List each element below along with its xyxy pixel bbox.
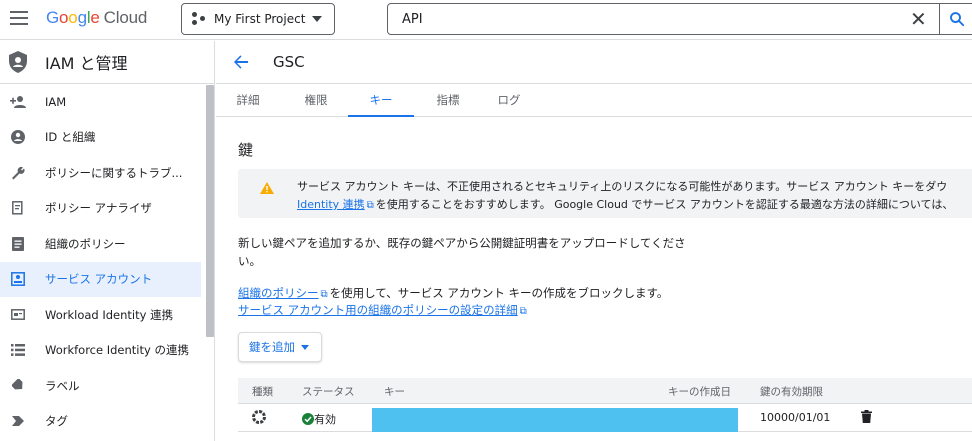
col-expires: 鍵の有効期限 xyxy=(760,386,823,398)
policy-detail: サービス アカウント用の組織のポリシーの設定の詳細 ⧉ xyxy=(238,301,529,321)
col-type: 種類 xyxy=(252,386,273,398)
chevron-down-icon xyxy=(312,16,322,22)
page-header: GSC xyxy=(216,41,972,84)
sidebar-item-org-policy[interactable]: 組織のポリシー xyxy=(0,226,201,262)
external-link-icon: ⧉ xyxy=(366,200,374,211)
label-icon xyxy=(8,379,28,392)
sidebar-title: IAM と管理 xyxy=(45,54,128,73)
warning-text-line1: サービス アカウント キーは、不正使用されるとセキュリティ上のリスクになる可能性… xyxy=(297,180,948,193)
sidebar-scrollbar[interactable] xyxy=(206,85,214,337)
back-arrow-icon[interactable] xyxy=(233,54,249,70)
list-icon xyxy=(8,344,28,357)
top-bar: GoogleCloud My First Project ✕ xyxy=(0,0,972,40)
list-document-icon xyxy=(8,236,28,251)
project-icon xyxy=(192,12,206,26)
account-circle-icon xyxy=(8,130,28,145)
expiry-cell: 10000/01/01 xyxy=(760,411,831,424)
col-key: キー xyxy=(384,386,405,398)
sidebar-item-label: タグ xyxy=(45,414,68,429)
search-icon xyxy=(950,12,965,27)
org-policy-link[interactable]: 組織のポリシー xyxy=(238,286,319,300)
delete-icon[interactable] xyxy=(861,410,872,426)
wrench-icon xyxy=(8,166,28,180)
tab-bar: 詳細 権限 キー 指標 ログ xyxy=(216,84,972,117)
warning-banner: サービス アカウント キーは、不正使用されるとセキュリティ上のリスクになる可能性… xyxy=(238,169,972,218)
add-key-button[interactable]: 鍵を追加 xyxy=(238,332,322,362)
sidebar-item-label: サービス アカウント xyxy=(45,272,153,287)
sidebar: IAM と管理 IAM ID と組織 ポリシーに関するトラブ... ポリシー ア… xyxy=(0,41,215,441)
tab-logs[interactable]: ログ xyxy=(484,84,534,117)
sidebar-item-policy-analyzer[interactable]: ポリシー アナライザ xyxy=(0,191,201,227)
keys-table: 種類 ステータス キー キーの作成日 鍵の有効期限 有効 10000/01/01 xyxy=(238,378,972,432)
sidebar-item-iam[interactable]: IAM xyxy=(0,84,201,120)
table-row: 有効 10000/01/01 xyxy=(238,404,972,432)
warning-icon xyxy=(260,182,274,194)
sidebar-item-policy-troubleshooter[interactable]: ポリシーに関するトラブ... xyxy=(0,155,201,191)
gear-icon xyxy=(252,410,266,427)
person-add-icon xyxy=(8,95,28,109)
shield-icon xyxy=(9,51,27,73)
sidebar-item-workforce-identity[interactable]: Workforce Identity の連携 xyxy=(0,333,201,369)
tab-permissions[interactable]: 権限 xyxy=(290,84,342,117)
section-title: 鍵 xyxy=(238,141,254,159)
sidebar-item-label: ポリシーに関するトラブ... xyxy=(45,165,183,180)
sidebar-item-label: Workload Identity 連携 xyxy=(45,307,174,322)
tag-icon xyxy=(8,416,28,427)
sidebar-item-label: ポリシー アナライザ xyxy=(45,201,152,216)
project-selector[interactable]: My First Project xyxy=(181,3,335,35)
search-bar: ✕ xyxy=(387,3,972,35)
check-circle-icon xyxy=(302,413,314,425)
sidebar-item-workload-identity[interactable]: Workload Identity 連携 xyxy=(0,297,201,333)
sidebar-item-labels[interactable]: ラベル xyxy=(0,368,201,404)
main-menu-icon[interactable] xyxy=(10,11,28,27)
identity-federation-link[interactable]: Identity 連携 xyxy=(297,198,365,211)
sidebar-item-label: ラベル xyxy=(45,378,80,393)
tab-keys[interactable]: キー xyxy=(348,84,414,117)
project-name: My First Project xyxy=(214,12,306,26)
sidebar-item-label: Workforce Identity の連携 xyxy=(45,343,189,358)
col-created: キーの作成日 xyxy=(668,386,731,398)
tab-metrics[interactable]: 指標 xyxy=(420,84,476,117)
sidebar-item-label: 組織のポリシー xyxy=(45,236,126,251)
table-header: 種類 ステータス キー キーの作成日 鍵の有効期限 xyxy=(238,378,972,404)
status-text: 有効 xyxy=(314,413,336,426)
warning-text-line2: Identity 連携 ⧉ を使用することをおすすめします。 Google Clou… xyxy=(297,198,954,211)
sidebar-item-service-accounts[interactable]: サービス アカウント xyxy=(0,261,201,297)
document-search-icon xyxy=(8,201,28,215)
col-status: ステータス xyxy=(302,386,355,398)
sidebar-nav: IAM ID と組織 ポリシーに関するトラブ... ポリシー アナライザ 組織の… xyxy=(0,84,214,439)
google-cloud-logo[interactable]: Google Cloud xyxy=(46,8,147,28)
close-icon[interactable]: ✕ xyxy=(910,9,927,29)
sidebar-item-tags[interactable]: タグ xyxy=(0,404,201,440)
tab-details[interactable]: 詳細 xyxy=(226,84,270,117)
page-title: GSC xyxy=(273,53,305,71)
main-content: GSC 詳細 権限 キー 指標 ログ 鍵 サービス アカウント キーは、不正使用… xyxy=(216,41,972,441)
policy-detail-link[interactable]: サービス アカウント用の組織のポリシーの設定の詳細 xyxy=(238,303,518,317)
service-account-icon xyxy=(8,272,28,287)
search-input[interactable] xyxy=(388,11,888,27)
sidebar-item-label: ID と組織 xyxy=(45,130,96,145)
chevron-down-icon xyxy=(301,344,309,350)
search-button[interactable] xyxy=(939,3,972,35)
sidebar-header: IAM と管理 xyxy=(0,41,214,84)
status-cell: 有効 xyxy=(302,411,336,427)
id-card-icon xyxy=(8,309,28,321)
external-link-icon: ⧉ xyxy=(519,306,527,317)
sidebar-item-id-org[interactable]: ID と組織 xyxy=(0,120,201,156)
sidebar-item-label: IAM xyxy=(45,94,67,109)
key-id-redacted xyxy=(372,408,738,432)
intro-text: 新しい鍵ペアを追加するか、既存の鍵ペアから公開鍵証明書をアップロードしてください… xyxy=(238,236,686,268)
